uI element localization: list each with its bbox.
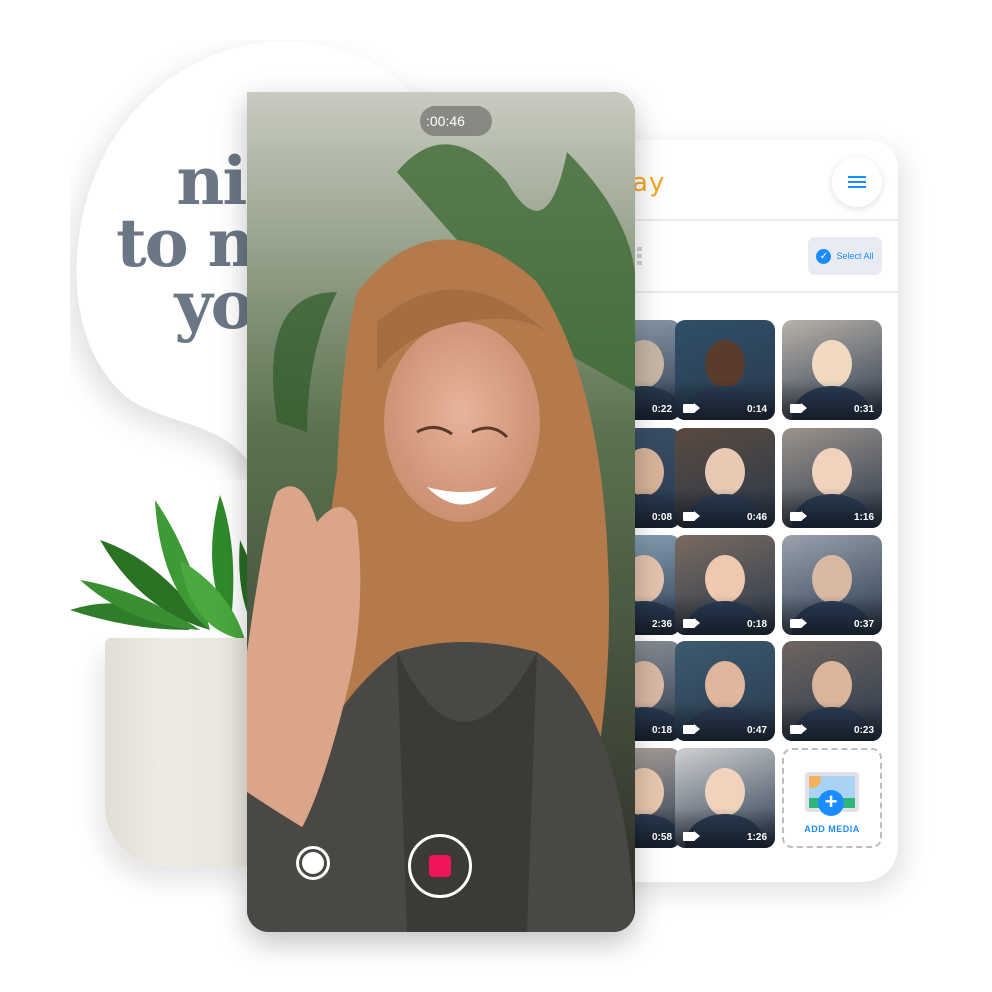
capture-photo-button[interactable] — [296, 846, 330, 880]
media-thumbnail[interactable]: 0:37 — [782, 535, 882, 635]
media-thumbnail[interactable]: 0:58 — [634, 748, 680, 848]
video-duration: 0:22 — [651, 404, 672, 415]
video-camera-icon — [790, 725, 802, 734]
check-circle-icon: ✓ — [816, 248, 832, 264]
hamburger-menu-icon — [848, 181, 866, 183]
drag-handle-icon[interactable] — [636, 246, 644, 266]
media-thumbnail[interactable]: 0:08 — [634, 428, 680, 528]
video-camera-icon — [683, 404, 695, 413]
stop-recording-button[interactable] — [408, 834, 472, 898]
video-duration: 1:26 — [746, 832, 767, 843]
plus-icon: + — [818, 790, 844, 816]
video-camera-icon — [683, 832, 695, 841]
media-thumbnail[interactable]: 1:26 — [675, 748, 775, 848]
video-duration: 1:16 — [853, 512, 874, 523]
media-thumbnail[interactable]: 0:18 — [675, 535, 775, 635]
media-thumbnail[interactable]: 0:31 — [782, 320, 882, 420]
video-duration: 0:37 — [853, 619, 874, 630]
video-camera-icon — [790, 512, 802, 521]
media-thumbnail[interactable]: 0:14 — [675, 320, 775, 420]
media-thumbnail[interactable]: 2:36 — [634, 535, 680, 635]
select-all-button[interactable]: ✓ Select All — [808, 237, 882, 275]
video-duration: 0:14 — [746, 404, 767, 415]
video-camera-icon — [790, 404, 802, 413]
media-thumbnail[interactable]: 0:22 — [634, 320, 680, 420]
video-duration: 0:23 — [853, 725, 874, 736]
video-camera-icon — [683, 512, 695, 521]
video-duration: 0:08 — [651, 512, 672, 523]
media-thumbnail[interactable]: 1:16 — [782, 428, 882, 528]
media-thumbnail[interactable]: 0:46 — [675, 428, 775, 528]
recording-video-frame — [247, 92, 635, 932]
media-thumbnail[interactable]: 0:18 — [634, 641, 680, 741]
toolbar-divider — [634, 291, 898, 293]
media-thumbnail[interactable]: 0:47 — [675, 641, 775, 741]
video-recorder-preview — [247, 92, 635, 932]
video-duration: 0:58 — [651, 832, 672, 843]
video-camera-icon — [683, 619, 695, 628]
video-duration: 0:47 — [746, 725, 767, 736]
plant-pot — [105, 638, 255, 866]
video-duration: 0:18 — [746, 619, 767, 630]
add-media-label: ADD MEDIA — [804, 824, 860, 834]
menu-button[interactable] — [832, 157, 882, 207]
video-duration: 2:36 — [651, 619, 672, 630]
recording-timer: :00:46 — [420, 106, 492, 136]
select-all-label: Select All — [836, 251, 874, 261]
add-media-button[interactable]: + ADD MEDIA — [782, 748, 882, 848]
video-camera-icon — [683, 725, 695, 734]
media-thumbnail[interactable]: 0:23 — [782, 641, 882, 741]
video-duration: 0:31 — [853, 404, 874, 415]
app-logo: ay — [632, 168, 666, 198]
video-duration: 0:18 — [651, 725, 672, 736]
video-duration: 0:46 — [746, 512, 767, 523]
header-divider — [634, 219, 898, 221]
video-camera-icon — [790, 619, 802, 628]
